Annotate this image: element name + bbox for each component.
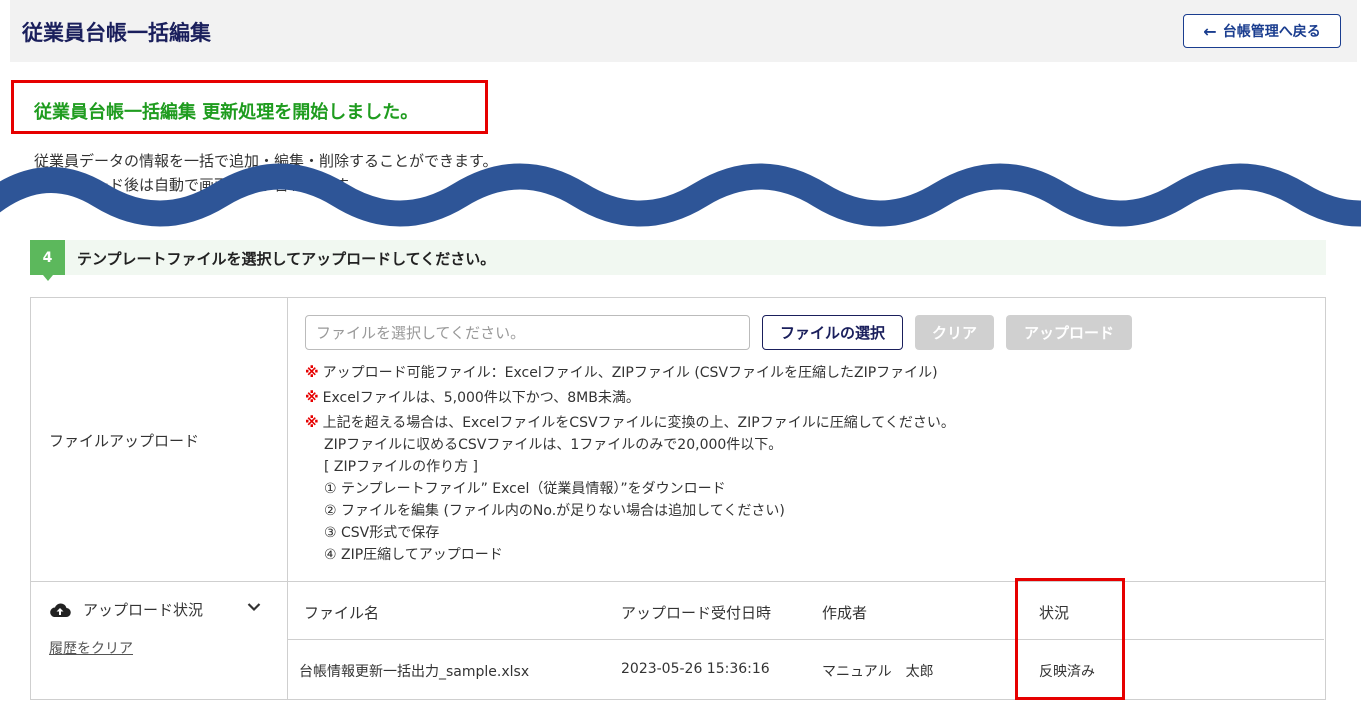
cloud-upload-icon — [50, 602, 71, 617]
sub-note: ① テンプレートファイル” Excel（従業員情報）”をダウンロード — [324, 481, 726, 497]
upload-status-label-cell: アップロード状況 履歴をクリア — [31, 581, 288, 700]
alert-message: 従業員台帳一括編集 更新処理を開始しました。 — [34, 102, 419, 123]
column-header-upload-datetime: アップロード受付日時 — [621, 604, 772, 622]
note-item: ※ Excelファイルは、5,000件以下かつ、8MB未満。 — [305, 390, 640, 406]
clear-history-link[interactable]: 履歴をクリア — [49, 638, 133, 658]
step-instruction: 4 テンプレートファイルを選択してアップロードしてください。 — [30, 240, 1326, 281]
upload-button[interactable]: アップロード — [1006, 315, 1132, 350]
note-mark: ※ — [305, 415, 319, 431]
file-upload-label-cell: ファイルアップロード — [31, 298, 288, 581]
step-text: テンプレートファイルを選択してアップロードしてください。 — [77, 250, 496, 268]
note-item: ※ 上記を超える場合は、ExcelファイルをCSVファイルに変換の上、ZIPファイ… — [305, 415, 955, 431]
column-header-filename: ファイル名 — [304, 604, 380, 622]
page-header: 従業員台帳一括編集 ← 台帳管理へ戻る — [10, 0, 1357, 62]
wave-divider — [0, 163, 1361, 227]
table-cell-filename: 台帳情報更新一括出力_sample.xlsx — [299, 664, 530, 680]
sub-note: [ ZIPファイルの作り方 ] — [324, 459, 478, 475]
note-mark: ※ — [305, 390, 319, 406]
chevron-down-icon[interactable] — [247, 597, 261, 616]
upload-status-title[interactable]: アップロード状況 — [49, 599, 203, 620]
select-file-button[interactable]: ファイルの選択 — [762, 315, 903, 350]
clear-button[interactable]: クリア — [915, 315, 994, 350]
upload-notes: ※ アップロード可能ファイル：Excelファイル、ZIPファイル (CSVファイル… — [305, 362, 955, 566]
file-upload-label: ファイルアップロード — [49, 432, 200, 450]
page-title: 従業員台帳一括編集 — [22, 21, 211, 45]
step-number-badge: 4 — [30, 240, 65, 275]
back-to-ledger-button[interactable]: ← 台帳管理へ戻る — [1183, 14, 1341, 48]
back-button-label: 台帳管理へ戻る — [1222, 24, 1321, 40]
file-path-input[interactable]: ファイルを選択してください。 — [305, 315, 750, 350]
step-badge-tail — [43, 275, 53, 281]
sub-note: ZIPファイルに収めるCSVファイルは、1ファイルのみで20,000件以下。 — [324, 437, 783, 453]
status-table-divider — [287, 639, 1324, 640]
success-alert: 従業員台帳一括編集 更新処理を開始しました。 — [11, 80, 488, 134]
upload-status-label: アップロード状況 — [83, 601, 204, 619]
note-item: ※ アップロード可能ファイル：Excelファイル、ZIPファイル (CSVファイル… — [305, 365, 938, 381]
note-mark: ※ — [305, 365, 319, 381]
column-header-creator: 作成者 — [822, 604, 868, 622]
sub-note: ② ファイルを編集 (ファイル内のNo.が足りない場合は追加してください) — [324, 503, 785, 519]
status-column-highlight — [1015, 578, 1125, 700]
sub-note: ④ ZIP圧縮してアップロード — [324, 547, 503, 563]
table-cell-creator: マニュアル 太郎 — [822, 664, 934, 680]
arrow-left-icon: ← — [1203, 21, 1217, 41]
table-cell-upload-datetime: 2023-05-26 15:36:16 — [621, 661, 770, 677]
sub-note: ③ CSV形式で保存 — [324, 525, 440, 541]
